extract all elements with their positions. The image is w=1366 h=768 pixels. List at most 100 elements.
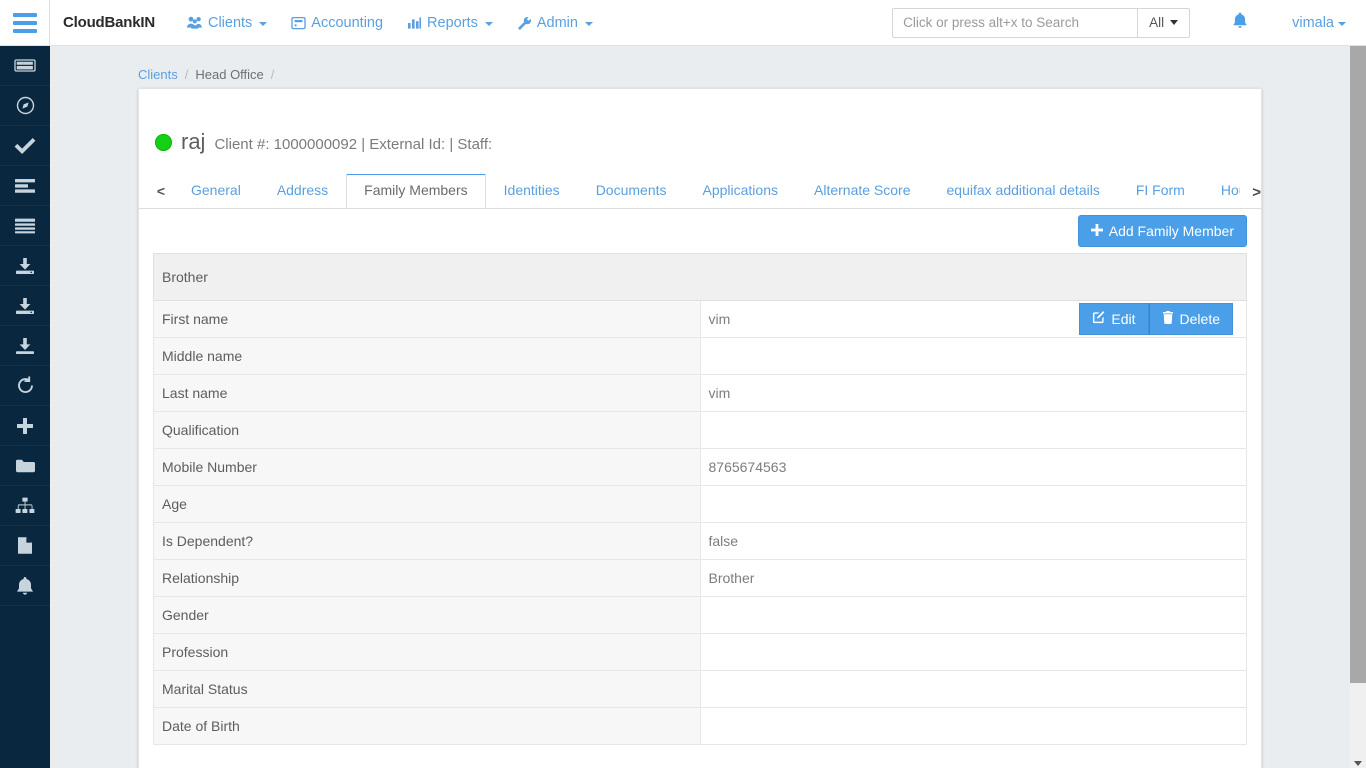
- nav-item-accounting[interactable]: Accounting: [279, 9, 395, 37]
- tabs-prev-arrow[interactable]: <: [149, 174, 173, 208]
- table-row: Middle name: [154, 338, 1247, 375]
- breadcrumb-separator: /: [185, 67, 189, 82]
- download-3-icon: [14, 337, 36, 355]
- row-label: Last name: [154, 375, 701, 412]
- row-label: Middle name: [154, 338, 701, 375]
- row-value: [700, 597, 1247, 634]
- sidebar-item-folder[interactable]: [0, 446, 50, 486]
- user-menu[interactable]: vimala: [1292, 15, 1346, 31]
- plus-icon: [16, 417, 34, 435]
- sidebar-item-server[interactable]: [0, 206, 50, 246]
- sidebar-item-document[interactable]: [0, 526, 50, 566]
- sidebar-item-download-3[interactable]: [0, 326, 50, 366]
- page-scrollbar[interactable]: [1350, 46, 1366, 768]
- calculator-icon: [291, 16, 306, 30]
- nav-item-label: Admin: [537, 15, 578, 31]
- check-icon: [14, 137, 36, 155]
- row-label: Mobile Number: [154, 449, 701, 486]
- sidebar-item-hierarchy[interactable]: [0, 486, 50, 526]
- table-row: Relationship Brother: [154, 560, 1247, 597]
- table-row: Qualification: [154, 412, 1247, 449]
- table-row: Profession: [154, 634, 1247, 671]
- nav-item-label: Clients: [208, 15, 252, 31]
- sidebar-item-keyboard[interactable]: [0, 46, 50, 86]
- global-search: All: [892, 8, 1190, 38]
- add-action-bar: Add Family Member: [139, 209, 1261, 253]
- hamburger-menu-icon[interactable]: [0, 0, 50, 45]
- tab-equifax-additional-details[interactable]: equifax additional details: [929, 174, 1118, 208]
- tab-general[interactable]: General: [173, 174, 259, 208]
- sidebar-item-list[interactable]: [0, 166, 50, 206]
- breadcrumb-item-head-office[interactable]: Head Office: [195, 67, 263, 82]
- table-row: Mobile Number 8765674563: [154, 449, 1247, 486]
- add-family-member-label: Add Family Member: [1109, 223, 1234, 239]
- nav-item-clients[interactable]: Clients: [175, 9, 279, 37]
- client-header: raj Client #: 1000000092 | External Id: …: [139, 89, 1261, 155]
- row-value: 8765674563: [700, 449, 1247, 486]
- tab-address[interactable]: Address: [259, 174, 346, 208]
- left-sidebar: [0, 46, 50, 768]
- scrollbar-thumb[interactable]: [1350, 46, 1366, 683]
- edit-label: Edit: [1111, 311, 1135, 327]
- table-row: Marital Status: [154, 671, 1247, 708]
- brand-logo[interactable]: CloudBankIN: [63, 14, 155, 31]
- tab-list: General Address Family Members Identitie…: [173, 174, 1261, 208]
- table-row: Gender: [154, 597, 1247, 634]
- nav-item-label: Reports: [427, 15, 478, 31]
- user-menu-label: vimala: [1292, 15, 1334, 31]
- delete-label: Delete: [1180, 311, 1220, 327]
- sidebar-item-download-2[interactable]: [0, 286, 50, 326]
- file-icon: [17, 536, 33, 555]
- table-row: Is Dependent? false: [154, 523, 1247, 560]
- edit-button[interactable]: Edit: [1079, 303, 1148, 335]
- tab-applications[interactable]: Applications: [685, 174, 797, 208]
- tab-identities[interactable]: Identities: [486, 174, 578, 208]
- row-action-buttons: Edit Delete: [1079, 303, 1233, 335]
- delete-button[interactable]: Delete: [1149, 303, 1233, 335]
- sidebar-item-navigate[interactable]: [0, 86, 50, 126]
- list-alt-icon: [14, 178, 36, 194]
- plus-icon: [1091, 223, 1103, 239]
- client-status-indicator: [155, 134, 172, 151]
- group-title: Brother: [154, 254, 1247, 301]
- nav-item-reports[interactable]: Reports: [395, 9, 505, 37]
- search-scope-label: All: [1149, 15, 1164, 30]
- sidebar-item-download-1[interactable]: [0, 246, 50, 286]
- pencil-square-icon: [1092, 311, 1105, 327]
- tabs-next-arrow[interactable]: >: [1250, 184, 1261, 201]
- bar-chart-icon: [407, 16, 422, 30]
- breadcrumb: Clients / Head Office /: [138, 67, 274, 82]
- nav-item-admin[interactable]: Admin: [505, 9, 605, 37]
- row-label: Marital Status: [154, 671, 701, 708]
- search-input[interactable]: [893, 9, 1137, 37]
- tab-household[interactable]: Hou: [1203, 174, 1241, 208]
- row-label: Qualification: [154, 412, 701, 449]
- tab-family-members[interactable]: Family Members: [346, 174, 485, 208]
- server-icon: [14, 218, 36, 234]
- tab-documents[interactable]: Documents: [578, 174, 685, 208]
- row-value: [700, 486, 1247, 523]
- sidebar-item-refresh[interactable]: [0, 366, 50, 406]
- row-value: Brother: [700, 560, 1247, 597]
- add-family-member-button[interactable]: Add Family Member: [1078, 215, 1247, 247]
- tab-fi-form[interactable]: FI Form: [1118, 174, 1203, 208]
- chevron-down-icon: [1338, 22, 1346, 26]
- sidebar-item-notifications[interactable]: [0, 566, 50, 606]
- table-row: Age: [154, 486, 1247, 523]
- sitemap-icon: [15, 497, 35, 514]
- notifications-bell-icon[interactable]: [1232, 12, 1248, 34]
- table-row: Date of Birth: [154, 708, 1247, 745]
- row-label: Profession: [154, 634, 701, 671]
- row-value: [700, 412, 1247, 449]
- sidebar-item-approve[interactable]: [0, 126, 50, 166]
- client-detail-card: raj Client #: 1000000092 | External Id: …: [138, 88, 1262, 768]
- tab-alternate-score[interactable]: Alternate Score: [796, 174, 929, 208]
- row-value: vim: [700, 375, 1247, 412]
- nav-item-label: Accounting: [311, 15, 383, 31]
- users-icon: [187, 16, 203, 29]
- breadcrumb-item-clients[interactable]: Clients: [138, 67, 178, 82]
- breadcrumb-separator: /: [271, 67, 275, 82]
- search-scope-dropdown[interactable]: All: [1137, 9, 1189, 37]
- scrollbar-down-arrow-icon[interactable]: [1354, 761, 1362, 766]
- sidebar-item-add[interactable]: [0, 406, 50, 446]
